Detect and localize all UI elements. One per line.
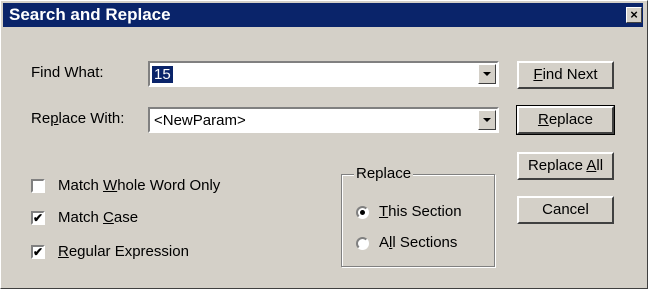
close-icon: ×	[630, 7, 638, 22]
find-what-combobox[interactable]: 15	[148, 61, 499, 87]
cancel-button[interactable]: Cancel	[517, 196, 614, 224]
match-whole-word-label: Match Whole Word Only	[58, 177, 221, 194]
chevron-down-icon	[483, 118, 491, 122]
match-case-checkbox[interactable]: ✔	[31, 211, 45, 225]
replace-scope-legend: Replace	[354, 165, 414, 183]
replace-with-combobox[interactable]: <NewParam>	[148, 107, 499, 133]
chevron-down-icon	[483, 72, 491, 76]
find-what-value: 15	[152, 66, 173, 83]
regular-expression-checkbox[interactable]: ✔	[31, 245, 45, 259]
find-dropdown-button[interactable]	[478, 64, 496, 84]
replace-scope-group: Replace This Section All Sections	[341, 165, 495, 267]
close-button[interactable]: ×	[626, 7, 642, 23]
replace-with-label: Replace With:	[31, 110, 125, 127]
checkmark-icon: ✔	[33, 245, 44, 259]
this-section-label: This Section	[379, 203, 462, 220]
find-next-button[interactable]: Find Next	[517, 61, 614, 89]
window-title: Search and Replace	[9, 5, 171, 24]
all-sections-label: All Sections	[379, 234, 458, 251]
replace-all-button[interactable]: Replace All	[517, 152, 614, 180]
replace-dropdown-button[interactable]	[478, 110, 496, 130]
replace-button[interactable]: Replace	[516, 105, 615, 135]
find-what-label: Find What:	[31, 64, 104, 81]
replace-with-value: <NewParam>	[154, 112, 246, 129]
checkmark-icon: ✔	[33, 211, 44, 225]
title-bar[interactable]: Search and Replace ×	[3, 3, 643, 27]
match-whole-word-checkbox[interactable]	[31, 179, 45, 193]
all-sections-radio[interactable]	[356, 237, 369, 250]
this-section-radio[interactable]	[356, 206, 369, 219]
search-replace-dialog: Search and Replace × Find What: 15 Repla…	[0, 0, 648, 289]
regular-expression-label: Regular Expression	[58, 243, 189, 260]
match-case-label: Match Case	[58, 209, 139, 226]
